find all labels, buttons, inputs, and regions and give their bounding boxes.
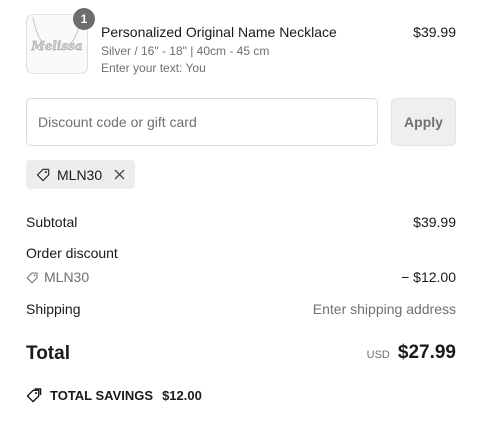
- shipping-value: Enter shipping address: [312, 301, 456, 317]
- applied-code-label: MLN30: [57, 166, 103, 183]
- currency-code: USD: [366, 349, 390, 361]
- order-discount-label: Order discount: [26, 245, 118, 261]
- total-amount-group: USD $27.99: [367, 342, 456, 364]
- tag-icon: [36, 167, 51, 182]
- subtotal-value: $39.99: [413, 214, 456, 230]
- total-value: $27.99: [397, 342, 456, 363]
- close-icon[interactable]: [114, 169, 125, 180]
- savings-tag-icon: [26, 388, 43, 403]
- discount-value: − $12.00: [401, 269, 456, 285]
- tag-icon: [26, 271, 39, 284]
- total-savings: TOTAL SAVINGS $12.00: [26, 388, 202, 403]
- discount-code-line: MLN30: [26, 269, 89, 285]
- product-variant: Silver / 16" - 18" | 40cm - 45 cm: [101, 44, 270, 58]
- product-price: $39.99: [413, 24, 456, 40]
- shipping-label: Shipping: [26, 301, 81, 317]
- quantity-badge: 1: [73, 8, 95, 30]
- apply-button[interactable]: Apply: [391, 98, 456, 146]
- product-name: Personalized Original Name Necklace: [101, 24, 337, 40]
- savings-label: TOTAL SAVINGS: [50, 388, 154, 403]
- discount-code-input[interactable]: [26, 98, 378, 146]
- total-label: Total: [26, 343, 70, 364]
- savings-value: $12.00: [162, 388, 202, 403]
- applied-discount-chip: MLN30: [26, 160, 136, 189]
- subtotal-label: Subtotal: [26, 214, 78, 230]
- svg-text:Melissa: Melissa: [30, 39, 82, 53]
- discount-code-text: MLN30: [44, 269, 90, 285]
- product-custom-text: Enter your text: You: [101, 61, 206, 75]
